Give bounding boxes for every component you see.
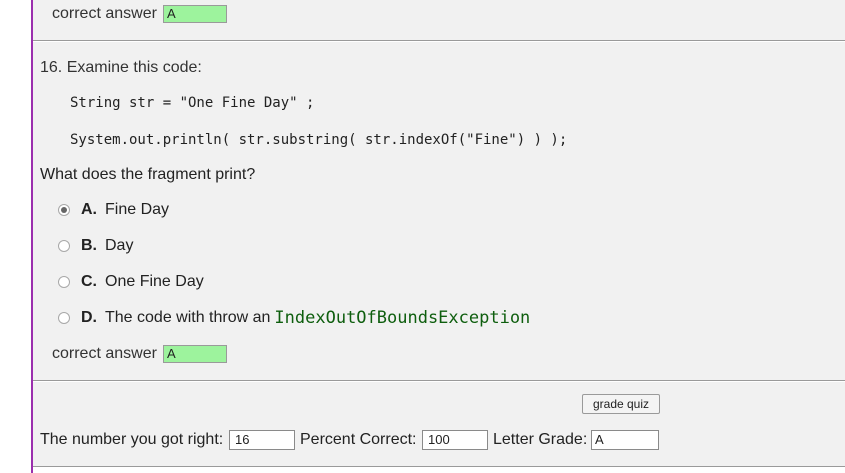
right-count-field[interactable]: 16 bbox=[229, 430, 295, 450]
option-d-code: IndexOutOfBoundsException bbox=[274, 308, 531, 328]
prev-correct-answer-field[interactable]: A bbox=[163, 5, 227, 23]
option-a[interactable]: A. Fine Day bbox=[58, 201, 169, 219]
radio-a-icon[interactable] bbox=[58, 204, 70, 216]
grading-panel bbox=[33, 382, 845, 467]
option-a-text: Fine Day bbox=[105, 201, 170, 218]
radio-d-icon[interactable] bbox=[58, 312, 70, 324]
code-line-1: String str = "One Fine Day" ; bbox=[70, 95, 315, 111]
percent-correct-field[interactable]: 100 bbox=[422, 430, 488, 450]
letter-grade-field[interactable]: A bbox=[591, 430, 659, 450]
question-title: 16. Examine this code: bbox=[40, 59, 202, 76]
option-c[interactable]: C. One Fine Day bbox=[58, 273, 204, 291]
question-prompt: What does the fragment print? bbox=[40, 166, 256, 183]
option-d-letter: D. bbox=[81, 309, 97, 326]
quiz-page: correct answer A 16. Examine this code: … bbox=[0, 0, 845, 473]
option-c-text: One Fine Day bbox=[105, 273, 204, 290]
letter-grade-label: Letter Grade: bbox=[493, 431, 588, 448]
option-b[interactable]: B. Day bbox=[58, 237, 133, 255]
option-c-letter: C. bbox=[81, 273, 97, 290]
grade-quiz-button[interactable]: grade quiz bbox=[582, 394, 660, 414]
right-count-label: The number you got right: bbox=[40, 431, 224, 448]
correct-answer-label: correct answer bbox=[52, 345, 157, 362]
option-b-letter: B. bbox=[81, 237, 97, 254]
option-b-text: Day bbox=[105, 237, 134, 254]
percent-correct-label: Percent Correct: bbox=[300, 431, 417, 448]
prev-correct-answer-label: correct answer bbox=[52, 5, 157, 22]
option-d-text: The code with throw an bbox=[105, 309, 271, 326]
correct-answer-field[interactable]: A bbox=[163, 345, 227, 363]
code-line-2: System.out.println( str.substring( str.i… bbox=[70, 132, 568, 148]
radio-c-icon[interactable] bbox=[58, 276, 70, 288]
option-d[interactable]: D. The code with throw an IndexOutOfBoun… bbox=[58, 308, 530, 328]
option-a-letter: A. bbox=[81, 201, 97, 218]
radio-b-icon[interactable] bbox=[58, 240, 70, 252]
